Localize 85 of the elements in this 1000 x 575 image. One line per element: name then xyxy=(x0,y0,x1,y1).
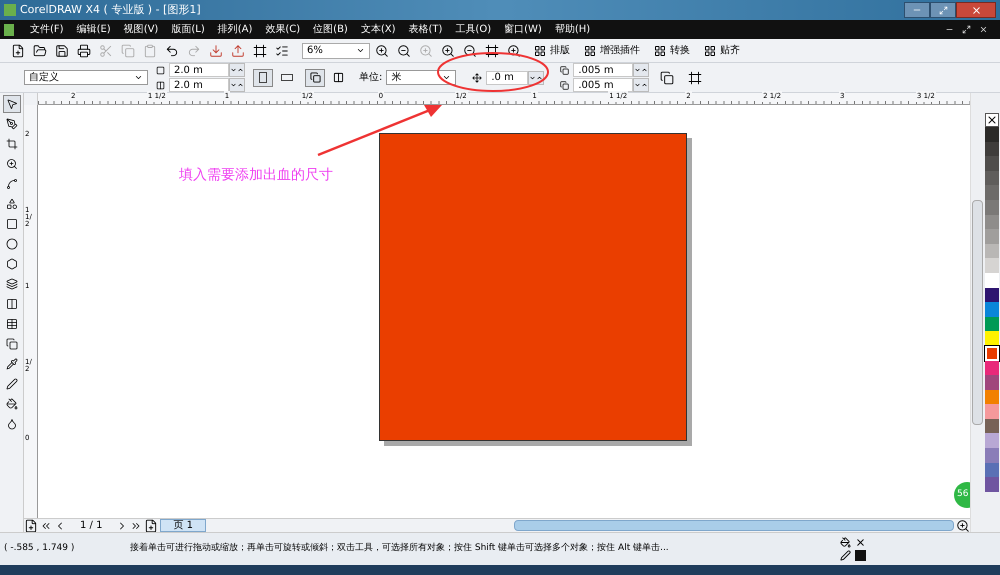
menu-item[interactable]: 表格(T) xyxy=(408,22,442,37)
color-swatch[interactable] xyxy=(984,433,998,448)
grid-icon xyxy=(584,44,596,56)
units-label: 单位: xyxy=(359,70,382,85)
color-swatch[interactable] xyxy=(984,170,998,186)
color-swatch[interactable] xyxy=(984,404,998,419)
color-swatch[interactable] xyxy=(984,127,998,142)
menu-item[interactable]: 工具(O) xyxy=(455,22,492,37)
outline-color-swatch xyxy=(855,550,866,561)
color-swatch[interactable] xyxy=(984,244,998,258)
restore-icon[interactable] xyxy=(962,25,971,34)
color-swatch[interactable] xyxy=(984,331,998,346)
color-swatch[interactable] xyxy=(984,316,998,332)
spinner-button[interactable] xyxy=(229,63,245,77)
document-icon xyxy=(4,24,14,36)
bleed-icon xyxy=(472,72,482,82)
color-swatch[interactable] xyxy=(984,375,998,390)
status-message: 接着单击可进行拖动或缩放；再单击可旋转或倾斜；双击工具，可选择所有对象；按住 Shift 键单击可选择多个对象；按住 Alt 键单击... xyxy=(130,542,670,556)
page-tab[interactable]: 页 1 xyxy=(160,519,206,532)
grid-icon xyxy=(534,44,546,56)
menu-item[interactable]: 视图(V) xyxy=(124,22,158,37)
page-layout-button[interactable] xyxy=(305,68,325,86)
menu-item[interactable]: 效果(C) xyxy=(265,22,300,37)
color-swatch[interactable] xyxy=(984,200,998,215)
cursor-coordinates: ( -.585 , 1.749 ) xyxy=(4,542,76,556)
menu-item[interactable]: 版面(L) xyxy=(171,22,205,37)
nudge-y-field[interactable]: .005 m xyxy=(573,78,634,92)
preset-dropdown[interactable]: 自定义 xyxy=(24,70,148,85)
units-dropdown[interactable]: 米 xyxy=(386,70,456,85)
fill-icon xyxy=(840,537,851,548)
spinner-button[interactable] xyxy=(528,70,544,84)
color-swatch[interactable] xyxy=(984,272,998,288)
scrollbar-thumb[interactable] xyxy=(972,200,982,425)
color-swatch[interactable] xyxy=(984,229,998,244)
columns-icon xyxy=(333,72,344,83)
color-swatch[interactable] xyxy=(984,142,998,156)
color-swatch[interactable] xyxy=(984,258,998,273)
toolbar-button[interactable]: 贴齐 xyxy=(700,43,744,58)
toolbar-button[interactable]: 增强插件 xyxy=(580,43,644,58)
menu-item[interactable]: 位图(B) xyxy=(313,22,348,37)
color-swatch[interactable] xyxy=(984,418,998,434)
page-count: 1 / 1 xyxy=(79,519,104,533)
spinner-button[interactable] xyxy=(633,63,650,77)
color-swatch[interactable] xyxy=(984,214,998,230)
toolbar-button[interactable]: 转换 xyxy=(650,43,694,58)
color-swatch[interactable] xyxy=(984,346,998,360)
menu-item[interactable]: 编辑(E) xyxy=(76,22,111,37)
no-color-swatch[interactable] xyxy=(984,113,998,127)
outline-icon xyxy=(840,550,851,561)
height-field[interactable]: 2.0 m xyxy=(169,78,229,92)
spinner-button[interactable] xyxy=(229,78,245,92)
bleed-field[interactable]: .0 m xyxy=(486,70,528,84)
toolbar-button[interactable]: 排版 xyxy=(530,43,574,58)
annotation-text: 填入需要添加出血的尺寸 xyxy=(179,166,333,185)
menu-item[interactable]: 窗口(W) xyxy=(504,22,542,37)
menu-item[interactable]: 排列(A) xyxy=(218,22,252,37)
width-field[interactable]: 2.0 m xyxy=(169,63,229,77)
color-swatch[interactable] xyxy=(984,288,998,302)
color-swatch[interactable] xyxy=(984,360,998,376)
maximize-icon[interactable] xyxy=(930,2,956,18)
horizontal-scrollbar[interactable] xyxy=(514,520,954,531)
menu-item[interactable]: 文件(F) xyxy=(30,22,64,37)
pages-icon xyxy=(310,72,320,83)
menu-item[interactable]: 文本(X) xyxy=(360,22,396,37)
window-title: CorelDRAW X4 ( 专业版 ) - [图形1] xyxy=(20,2,202,18)
close-icon[interactable] xyxy=(956,2,996,18)
spinner-button[interactable] xyxy=(633,78,650,92)
menu-item[interactable]: 帮助(H) xyxy=(554,22,590,37)
grid-icon xyxy=(654,44,666,56)
color-swatch[interactable] xyxy=(984,477,998,492)
app-icon xyxy=(4,4,16,16)
vertical-scrollbar[interactable] xyxy=(970,93,983,532)
color-swatch[interactable] xyxy=(984,185,998,200)
color-swatch[interactable] xyxy=(984,448,998,463)
color-swatch[interactable] xyxy=(984,390,998,404)
no-fill-icon xyxy=(855,537,866,548)
grid-icon xyxy=(704,44,716,56)
portrait-button[interactable] xyxy=(253,68,273,86)
zoom-dropdown[interactable]: 6% xyxy=(302,42,370,58)
nudge-x-field[interactable]: .005 m xyxy=(573,63,634,77)
width-icon xyxy=(156,66,165,74)
color-swatch[interactable] xyxy=(984,462,998,478)
color-swatch[interactable] xyxy=(984,156,998,171)
color-swatch[interactable] xyxy=(984,302,998,317)
pointer-tool-icon[interactable] xyxy=(2,95,20,113)
